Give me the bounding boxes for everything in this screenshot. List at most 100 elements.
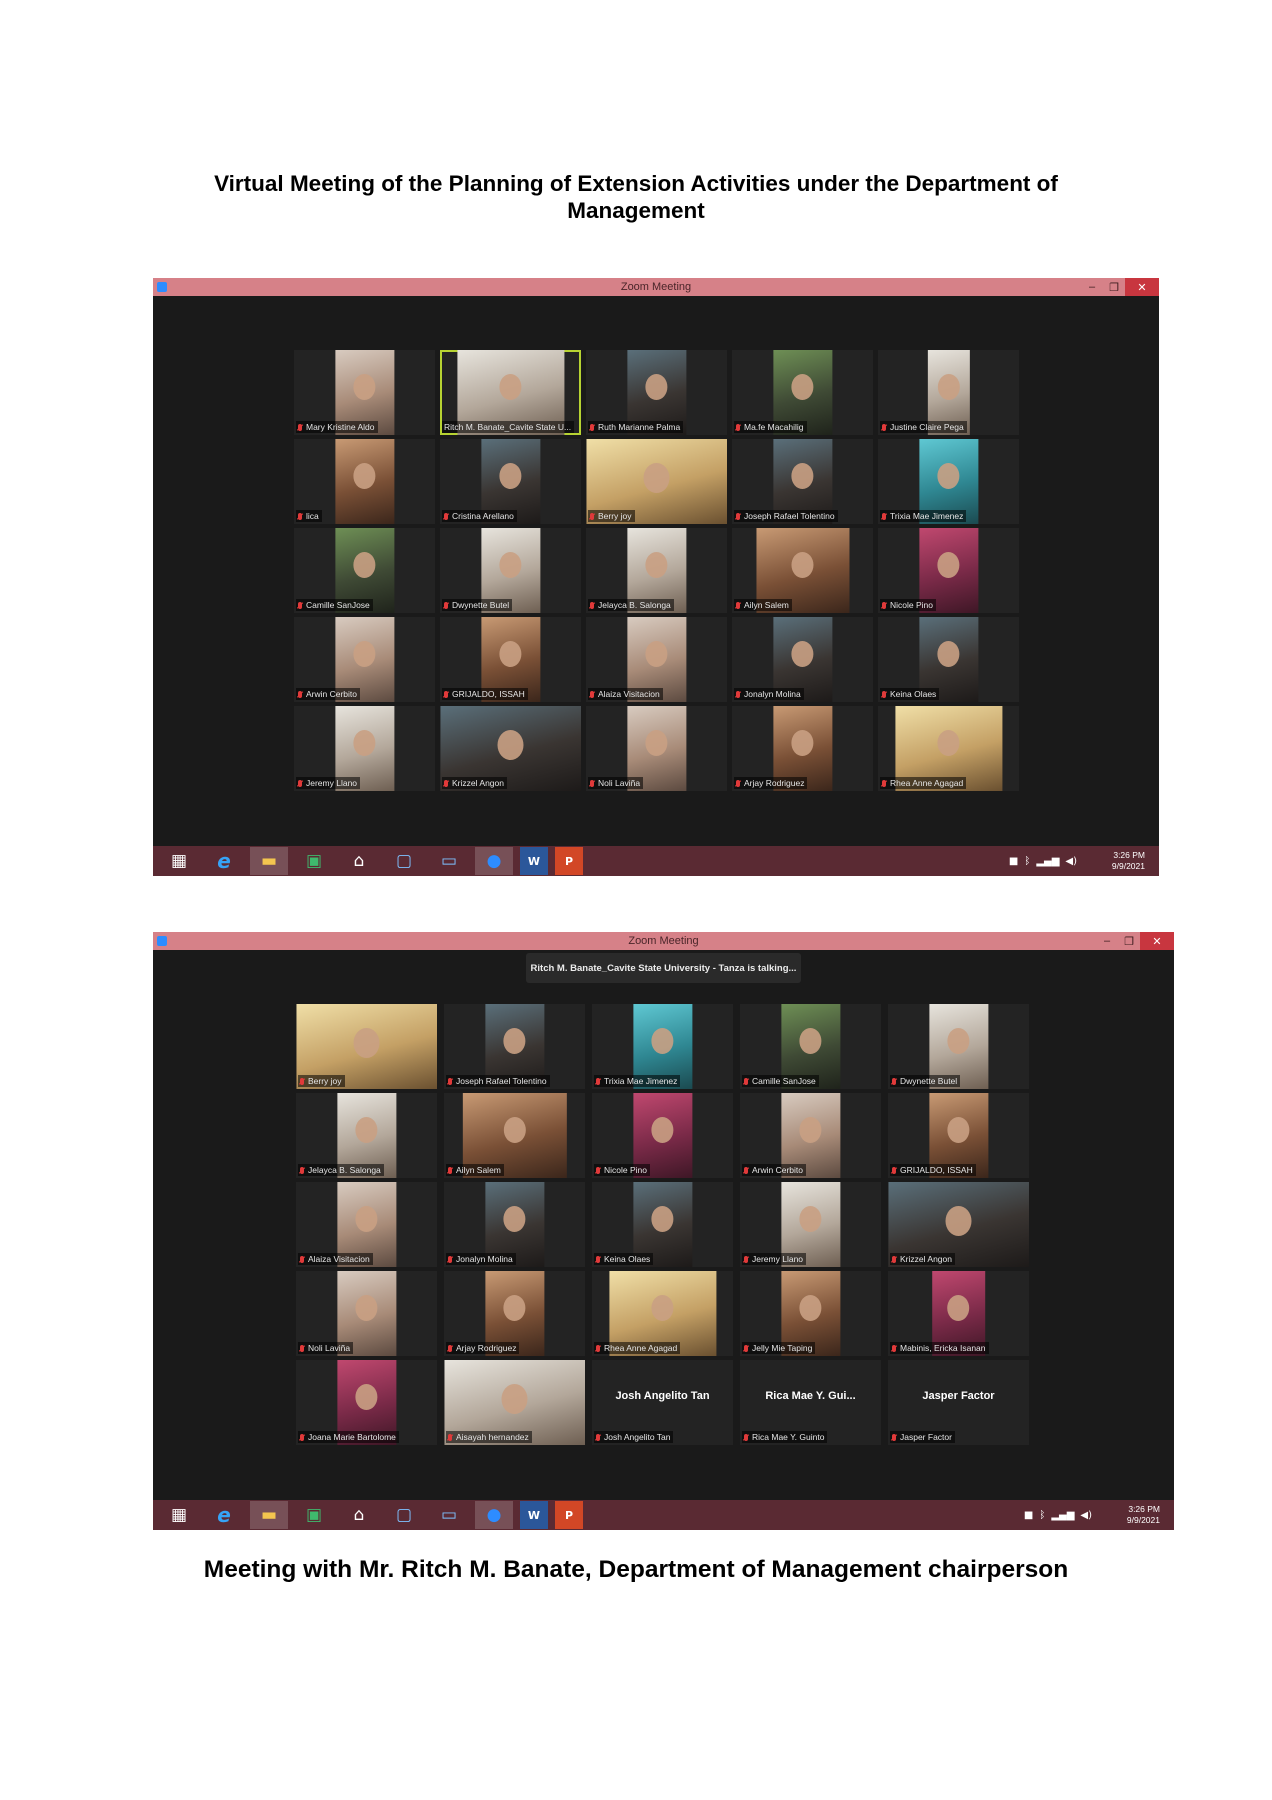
muted-mic-icon [736, 423, 740, 431]
word-icon[interactable]: W [520, 1501, 548, 1529]
participant-tile[interactable]: Mabinis, Ericka Isanan [888, 1271, 1029, 1356]
participant-name: Jonalyn Molina [744, 689, 801, 699]
participant-tile[interactable]: Joseph Rafael Tolentino [732, 439, 873, 524]
participant-tile[interactable]: Arjay Rodriguez [444, 1271, 585, 1356]
participant-gallery: Berry joy Joseph Rafael Tolentino Trixia… [296, 1004, 1029, 1445]
system-tray: ■ ᛒ ▂▄▆ ◀) [1009, 846, 1077, 876]
participant-tile[interactable]: Camille SanJose [294, 528, 435, 613]
participant-tile[interactable]: Krizzel Angon [440, 706, 581, 791]
close-icon[interactable]: ✕ [1140, 932, 1174, 950]
participant-tile[interactable]: Berry joy [296, 1004, 437, 1089]
participant-tile[interactable]: GRIJALDO, ISSAH [440, 617, 581, 702]
muted-mic-icon [744, 1077, 748, 1085]
participant-tile[interactable]: GRIJALDO, ISSAH [888, 1093, 1029, 1178]
participant-tile[interactable]: lica [294, 439, 435, 524]
window-title: Zoom Meeting [620, 281, 692, 293]
muted-mic-icon [596, 1255, 600, 1263]
participant-tile[interactable]: Rhea Anne Agagad [878, 706, 1019, 791]
zoom-tray-icon[interactable]: ■ [1009, 856, 1018, 867]
participant-tile[interactable]: Keina Olaes [878, 617, 1019, 702]
taskbar-clock[interactable]: 3:26 PM 9/9/2021 [1127, 1504, 1160, 1526]
participant-tile[interactable]: Arwin Cerbito [740, 1093, 881, 1178]
participant-tile[interactable]: Berry joy [586, 439, 727, 524]
participant-tile[interactable]: Nicole Pino [592, 1093, 733, 1178]
participant-tile[interactable]: Cristina Arellano [440, 439, 581, 524]
participant-tile[interactable]: Jelayca B. Salonga [296, 1093, 437, 1178]
bluetooth-icon[interactable]: ᛒ [1039, 1510, 1045, 1521]
store-icon[interactable]: ▣ [295, 847, 333, 875]
participant-tile[interactable]: Joana Marie Bartolome [296, 1360, 437, 1445]
participant-tile[interactable]: Aisayah hernandez [444, 1360, 585, 1445]
participant-tile[interactable]: Rhea Anne Agagad [592, 1271, 733, 1356]
file-explorer-icon[interactable]: ▬ [250, 1501, 288, 1529]
network-icon[interactable]: ▂▄▆ [1051, 1510, 1074, 1521]
participant-tile-camera-off[interactable]: Rica Mae Y. Gui... Rica Mae Y. Guinto [740, 1360, 881, 1445]
close-icon[interactable]: ✕ [1125, 278, 1159, 296]
participant-tile[interactable]: Trixia Mae Jimenez [592, 1004, 733, 1089]
participant-tile[interactable]: Ailyn Salem [444, 1093, 585, 1178]
participant-tile-camera-off[interactable]: Josh Angelito Tan Josh Angelito Tan [592, 1360, 733, 1445]
participant-tile[interactable]: Joseph Rafael Tolentino [444, 1004, 585, 1089]
participant-tile-camera-off[interactable]: Jasper Factor Jasper Factor [888, 1360, 1029, 1445]
internet-explorer-icon[interactable]: e [205, 847, 243, 875]
this-pc-icon[interactable]: ▢ [385, 847, 423, 875]
participant-tile[interactable]: Krizzel Angon [888, 1182, 1029, 1267]
participant-tile[interactable]: Jeremy Llano [294, 706, 435, 791]
computer-icon[interactable]: ▭ [430, 847, 468, 875]
participant-tile[interactable]: Noli Laviña [586, 706, 727, 791]
store-icon[interactable]: ▣ [295, 1501, 333, 1529]
participant-tile[interactable]: Justine Claire Pega [878, 350, 1019, 435]
participant-tile[interactable]: Alaiza Visitacion [296, 1182, 437, 1267]
muted-mic-icon [444, 601, 448, 609]
participant-tile[interactable]: Keina Olaes [592, 1182, 733, 1267]
powerpoint-icon[interactable]: P [555, 847, 583, 875]
minimize-icon[interactable]: – [1081, 278, 1103, 296]
bluetooth-icon[interactable]: ᛒ [1024, 856, 1030, 867]
participant-tile[interactable]: Ma.fe Macahilig [732, 350, 873, 435]
powerpoint-icon[interactable]: P [555, 1501, 583, 1529]
zoom-icon[interactable]: ● [475, 1501, 513, 1529]
zoom-icon[interactable]: ● [475, 847, 513, 875]
participant-tile[interactable]: Jeremy Llano [740, 1182, 881, 1267]
participant-name: Alaiza Visitacion [598, 689, 660, 699]
participant-tile[interactable]: Dwynette Butel [440, 528, 581, 613]
windows-start-icon[interactable]: ▦ [160, 1501, 198, 1529]
participant-tile[interactable]: Alaiza Visitacion [586, 617, 727, 702]
participant-name: GRIJALDO, ISSAH [452, 689, 525, 699]
zoom-tray-icon[interactable]: ■ [1024, 1510, 1033, 1521]
participant-tile[interactable]: Jelly Mie Taping [740, 1271, 881, 1356]
home-icon[interactable]: ⌂ [340, 1501, 378, 1529]
volume-icon[interactable]: ◀) [1080, 1510, 1092, 1521]
file-explorer-icon[interactable]: ▬ [250, 847, 288, 875]
participant-tile[interactable]: Noli Laviña [296, 1271, 437, 1356]
participant-tile[interactable]: Nicole Pino [878, 528, 1019, 613]
participant-tile[interactable]: Jonalyn Molina [732, 617, 873, 702]
participant-tile[interactable]: Ruth Marianne Palma [586, 350, 727, 435]
participant-tile[interactable]: Arjay Rodriguez [732, 706, 873, 791]
internet-explorer-icon[interactable]: e [205, 1501, 243, 1529]
windows-start-icon[interactable]: ▦ [160, 847, 198, 875]
muted-mic-icon [736, 690, 740, 698]
restore-icon[interactable]: ❐ [1118, 932, 1140, 950]
muted-mic-icon [892, 1344, 896, 1352]
participant-name: Josh Angelito Tan [604, 1432, 671, 1442]
participant-tile[interactable]: Dwynette Butel [888, 1004, 1029, 1089]
participant-tile-active-speaker[interactable]: Ritch M. Banate_Cavite State U... [440, 350, 581, 435]
participant-name: Rica Mae Y. Guinto [752, 1432, 825, 1442]
participant-tile[interactable]: Ailyn Salem [732, 528, 873, 613]
word-icon[interactable]: W [520, 847, 548, 875]
participant-tile[interactable]: Jonalyn Molina [444, 1182, 585, 1267]
volume-icon[interactable]: ◀) [1065, 856, 1077, 867]
participant-tile[interactable]: Jelayca B. Salonga [586, 528, 727, 613]
taskbar-clock[interactable]: 3:26 PM 9/9/2021 [1112, 850, 1145, 872]
participant-tile[interactable]: Camille SanJose [740, 1004, 881, 1089]
home-icon[interactable]: ⌂ [340, 847, 378, 875]
participant-tile[interactable]: Mary Kristine Aldo [294, 350, 435, 435]
network-icon[interactable]: ▂▄▆ [1036, 856, 1059, 867]
minimize-icon[interactable]: – [1096, 932, 1118, 950]
participant-tile[interactable]: Arwin Cerbito [294, 617, 435, 702]
participant-tile[interactable]: Trixia Mae Jimenez [878, 439, 1019, 524]
restore-icon[interactable]: ❐ [1103, 278, 1125, 296]
computer-icon[interactable]: ▭ [430, 1501, 468, 1529]
this-pc-icon[interactable]: ▢ [385, 1501, 423, 1529]
